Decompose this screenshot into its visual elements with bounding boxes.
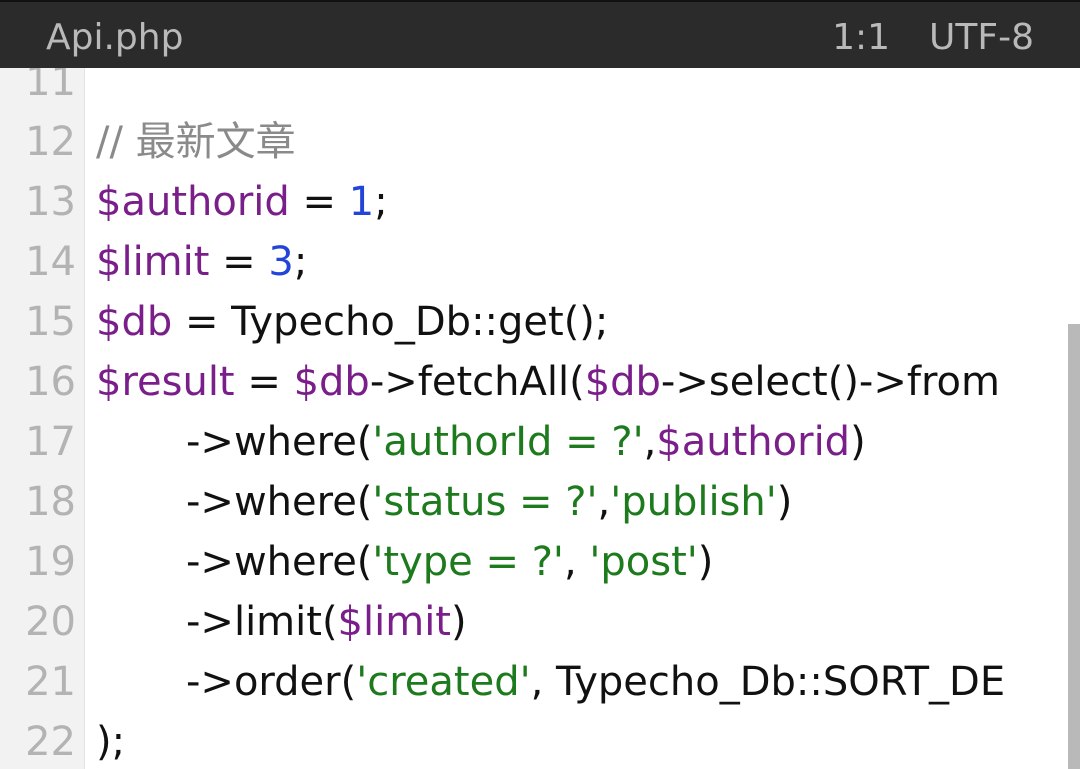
code-token-str: 'post' [589, 539, 698, 585]
code-line[interactable]: ->where('status = ?','publish') [96, 472, 792, 532]
code-token-plain: = [209, 239, 269, 285]
code-line[interactable]: $limit = 3; [96, 232, 307, 292]
code-token-plain: ; [374, 179, 388, 225]
line-number: 11 [25, 68, 76, 105]
code-token-plain: ->select()->from [660, 359, 1000, 405]
code-line[interactable]: $result = $db->fetchAll($db->select()->f… [96, 352, 1000, 412]
code-token-var: $db [293, 359, 370, 405]
code-token-cmt: // 最新文章 [96, 119, 296, 165]
code-line[interactable]: $authorid = 1; [96, 172, 388, 232]
code-token-num: 1 [348, 179, 375, 225]
code-token-str: 'type = ?' [372, 539, 564, 585]
code-line[interactable]: ->order('created', Typecho_Db::SORT_DE [96, 652, 1005, 712]
code-token-var: $db [584, 359, 661, 405]
code-token-plain: ) [697, 539, 714, 585]
code-token-var: $limit [337, 599, 451, 645]
code-token-str: 'status = ?' [372, 479, 598, 525]
line-number: 22 [25, 719, 76, 765]
code-token-plain: ) [776, 479, 793, 525]
code-token-plain: ) [450, 599, 467, 645]
code-token-plain: ->order( [186, 659, 357, 705]
line-number: 13 [25, 179, 76, 225]
code-token-plain: , Typecho_Db::SORT_DE [530, 659, 1006, 705]
code-token-str: 'authorId = ?' [372, 419, 644, 465]
code-token-str: 'created' [356, 659, 531, 705]
code-token-var: $authorid [96, 179, 290, 225]
line-number: 17 [25, 419, 76, 465]
line-number: 12 [25, 119, 76, 165]
file-name[interactable]: Api.php [46, 16, 183, 60]
line-number-gutter: 11 12 13 14 15 16 17 18 19 20 21 22 [0, 68, 85, 769]
line-number: 15 [25, 299, 76, 345]
code-token-plain: = [289, 179, 349, 225]
line-number: 18 [25, 479, 76, 525]
code-token-num: 3 [268, 239, 294, 285]
code-line[interactable]: ->where('authorId = ?',$authorid) [96, 412, 866, 472]
line-number: 16 [25, 359, 76, 405]
code-line[interactable]: ->where('type = ?', 'post') [96, 532, 713, 592]
code-token-plain: ->where( [186, 419, 373, 465]
code-token-var: $result [96, 359, 235, 405]
code-token-plain: ->limit( [186, 599, 338, 645]
file-encoding[interactable]: UTF-8 [929, 16, 1034, 60]
editor-titlebar: Api.php 1:1 UTF-8 [0, 0, 1080, 68]
code-token-var: $db [96, 299, 173, 345]
code-line[interactable]: ); [96, 712, 125, 769]
code-token-plain: ; [293, 239, 308, 285]
code-token-plain: = Typecho_Db::get(); [172, 299, 609, 345]
line-number: 21 [25, 659, 76, 705]
code-token-plain: ->fetchAll( [369, 359, 585, 405]
code-token-var: $limit [96, 239, 210, 285]
code-token-plain: = [234, 359, 294, 405]
code-token-plain: , [643, 419, 657, 465]
cursor-position[interactable]: 1:1 [832, 16, 890, 60]
code-token-str: 'publish' [610, 479, 777, 525]
code-line[interactable]: // 最新文章 [96, 112, 296, 172]
code-line[interactable]: $db = Typecho_Db::get(); [96, 292, 608, 352]
vertical-scrollbar[interactable] [1068, 324, 1080, 769]
code-token-plain: ->where( [186, 479, 373, 525]
line-number: 19 [25, 539, 76, 585]
code-token-plain: ->where( [186, 539, 373, 585]
code-area[interactable]: // 最新文章 $authorid = 1; $limit = 3; $db = Ty… [85, 68, 1080, 769]
line-number: 14 [25, 239, 76, 285]
code-token-plain: ) [850, 419, 866, 465]
line-number: 20 [25, 599, 76, 645]
code-line[interactable]: ->limit($limit) [96, 592, 467, 652]
code-token-var: $authorid [656, 419, 851, 465]
code-token-plain: , [597, 479, 611, 525]
code-token-plain: , [563, 539, 590, 585]
code-token-plain: ); [96, 719, 126, 765]
